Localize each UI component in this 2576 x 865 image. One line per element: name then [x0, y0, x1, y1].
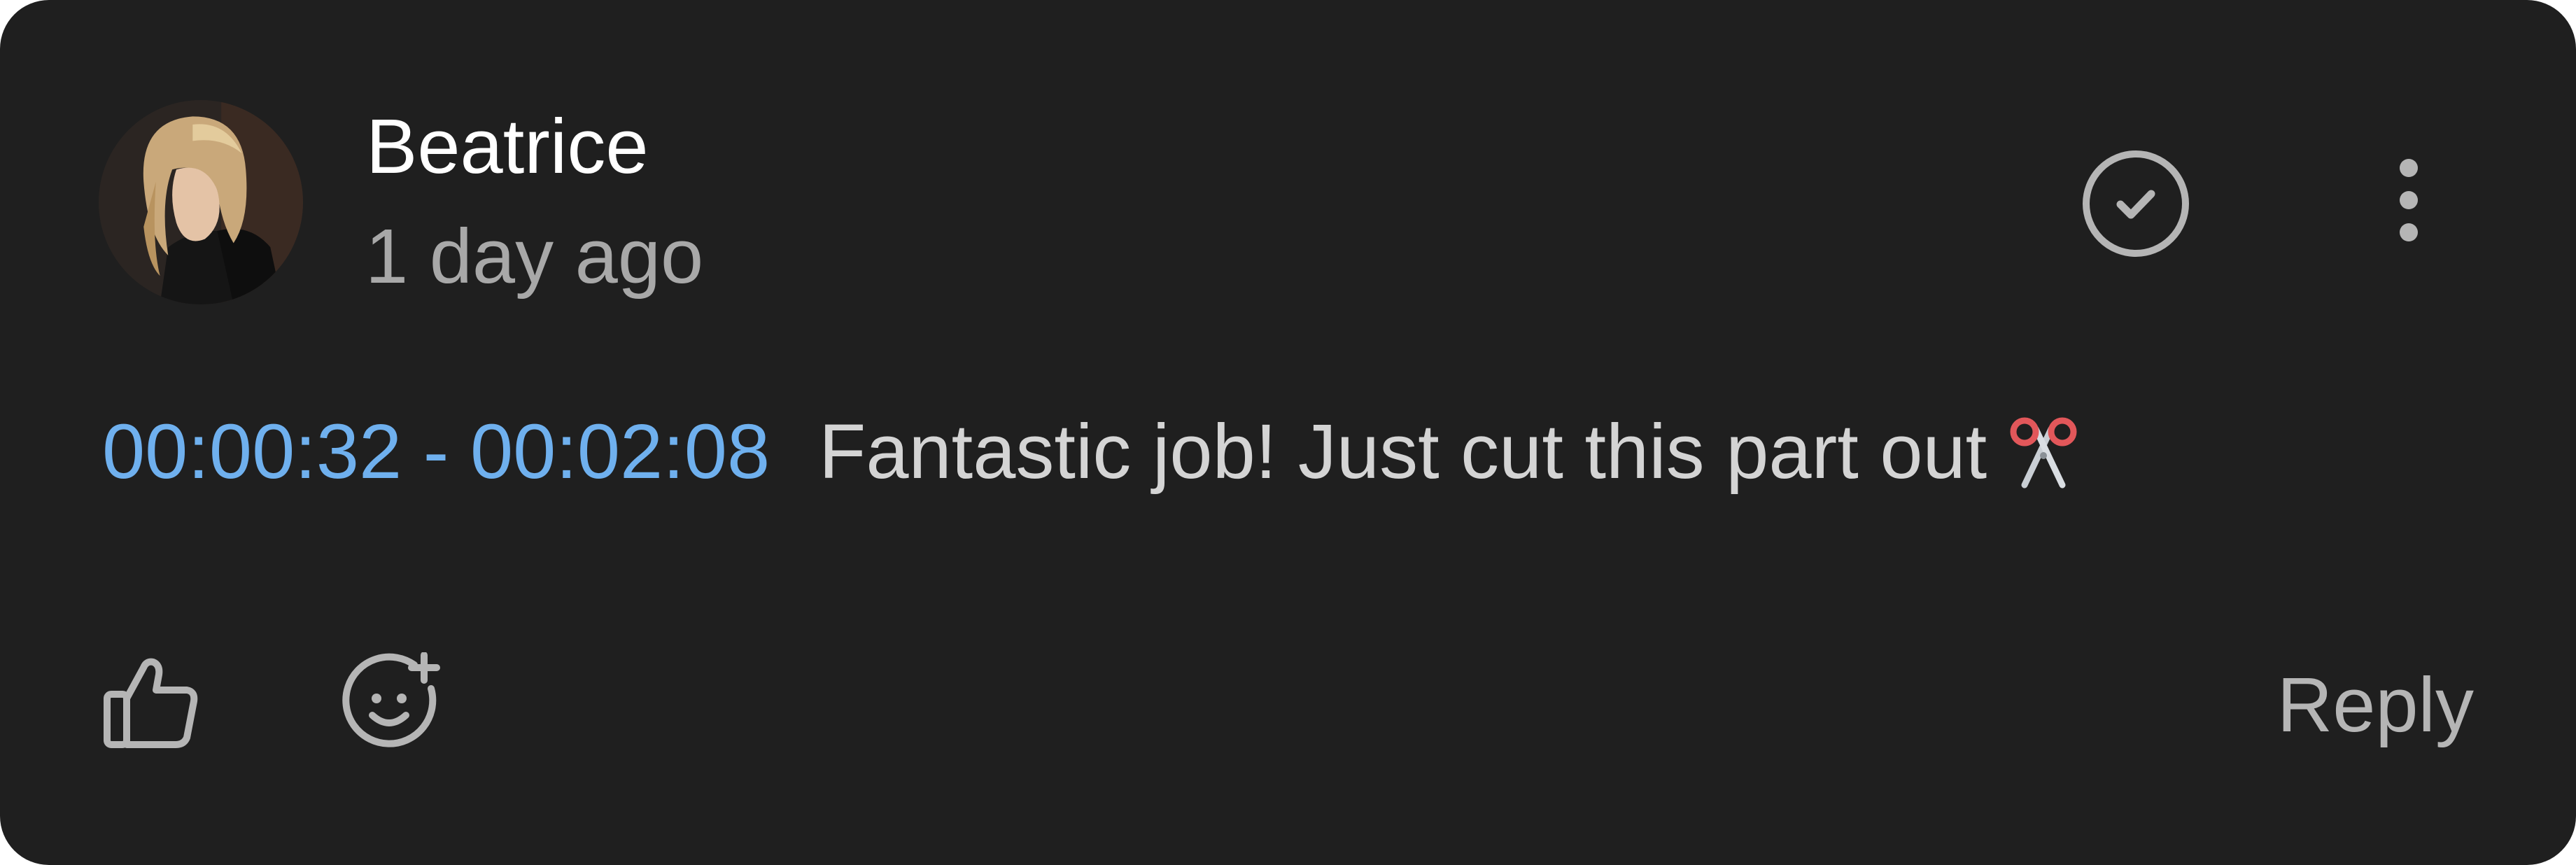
- avatar-image: [99, 100, 303, 304]
- author-name: Beatrice: [366, 104, 649, 190]
- comment-timestamp: 1 day ago: [365, 213, 704, 300]
- comment-body: 00:00:32 - 00:02:08 Fantastic job! Just …: [102, 405, 2082, 499]
- more-options-button[interactable]: [2379, 154, 2435, 252]
- resolve-button[interactable]: [2082, 150, 2190, 258]
- thumbs-up-icon: [104, 658, 198, 748]
- comment-text: Fantastic job! Just cut this part out: [819, 409, 1987, 495]
- vertical-ellipsis-icon: [2400, 159, 2418, 241]
- timecode-link[interactable]: 00:00:32 - 00:02:08: [102, 405, 770, 499]
- like-button[interactable]: [100, 652, 202, 754]
- comment-card: Beatrice 1 day ago 00:00:32 - 00:02:08 F…: [0, 0, 2576, 865]
- check-circle-icon: [2083, 150, 2189, 257]
- avatar: [99, 100, 303, 304]
- reply-button[interactable]: Reply: [2277, 658, 2474, 752]
- add-reaction-icon: [342, 652, 440, 747]
- add-reaction-button[interactable]: [342, 652, 443, 754]
- scissors-icon: [2005, 414, 2082, 491]
